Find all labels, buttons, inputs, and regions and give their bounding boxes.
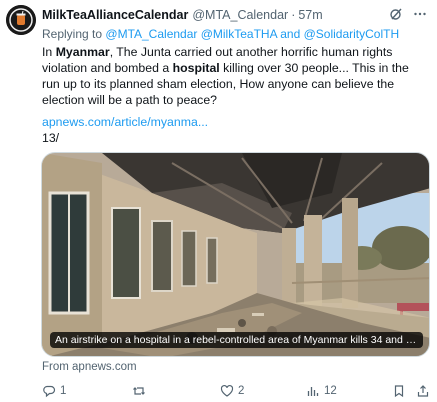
bookmark-icon bbox=[394, 385, 404, 398]
repost-action[interactable] bbox=[132, 384, 150, 398]
tweet-header: MilkTeaAllianceCalendar @MTA_Calendar · … bbox=[42, 7, 427, 23]
reply-action[interactable]: 1 bbox=[42, 384, 66, 398]
card-photo bbox=[42, 153, 429, 356]
more-icon[interactable] bbox=[413, 7, 427, 21]
reply-count: 1 bbox=[60, 385, 67, 397]
share-action[interactable] bbox=[416, 384, 430, 398]
grok-icon[interactable] bbox=[389, 7, 403, 21]
reply-mentions[interactable]: @MTA_Calendar @MilkTeaTHA and @Solidarit… bbox=[105, 27, 399, 41]
tweet-text: In Myanmar, The Junta carried out anothe… bbox=[42, 44, 430, 108]
avatar-logo-icon bbox=[6, 5, 36, 35]
author-name[interactable]: MilkTeaAllianceCalendar bbox=[42, 8, 188, 22]
views-icon bbox=[307, 387, 319, 396]
reply-icon bbox=[43, 385, 56, 398]
card-source[interactable]: From apnews.com bbox=[42, 361, 137, 373]
tweet-text-part1: In bbox=[42, 45, 56, 59]
action-bar: 1 2 12 bbox=[42, 383, 430, 399]
share-icon bbox=[417, 385, 429, 397]
like-icon bbox=[220, 384, 234, 397]
avatar[interactable] bbox=[6, 5, 36, 35]
replying-to: Replying to @MTA_Calendar @MilkTeaTHA an… bbox=[42, 27, 399, 41]
thread-count: 13/ bbox=[42, 131, 60, 145]
card-caption: An airstrike on a hospital in a rebel-co… bbox=[50, 332, 423, 348]
bookmark-action[interactable] bbox=[392, 384, 406, 398]
replying-to-label: Replying to bbox=[42, 27, 103, 41]
separator-dot: · bbox=[291, 8, 296, 22]
author-handle[interactable]: @MTA_Calendar bbox=[192, 8, 288, 22]
views-action[interactable]: 12 bbox=[306, 384, 337, 398]
repost-icon bbox=[133, 387, 145, 395]
timestamp[interactable]: 57m bbox=[298, 8, 322, 22]
like-action[interactable]: 2 bbox=[220, 384, 244, 398]
views-count: 12 bbox=[324, 385, 337, 397]
article-link[interactable]: apnews.com/article/myanma... bbox=[42, 115, 208, 129]
tweet-bold-myanmar: Myanmar bbox=[55, 45, 110, 59]
tweet-bold-hospital: hospital bbox=[172, 61, 220, 75]
like-count: 2 bbox=[238, 385, 245, 397]
link-card[interactable]: An airstrike on a hospital in a rebel-co… bbox=[41, 152, 430, 357]
tweet: MilkTeaAllianceCalendar @MTA_Calendar · … bbox=[0, 0, 437, 402]
